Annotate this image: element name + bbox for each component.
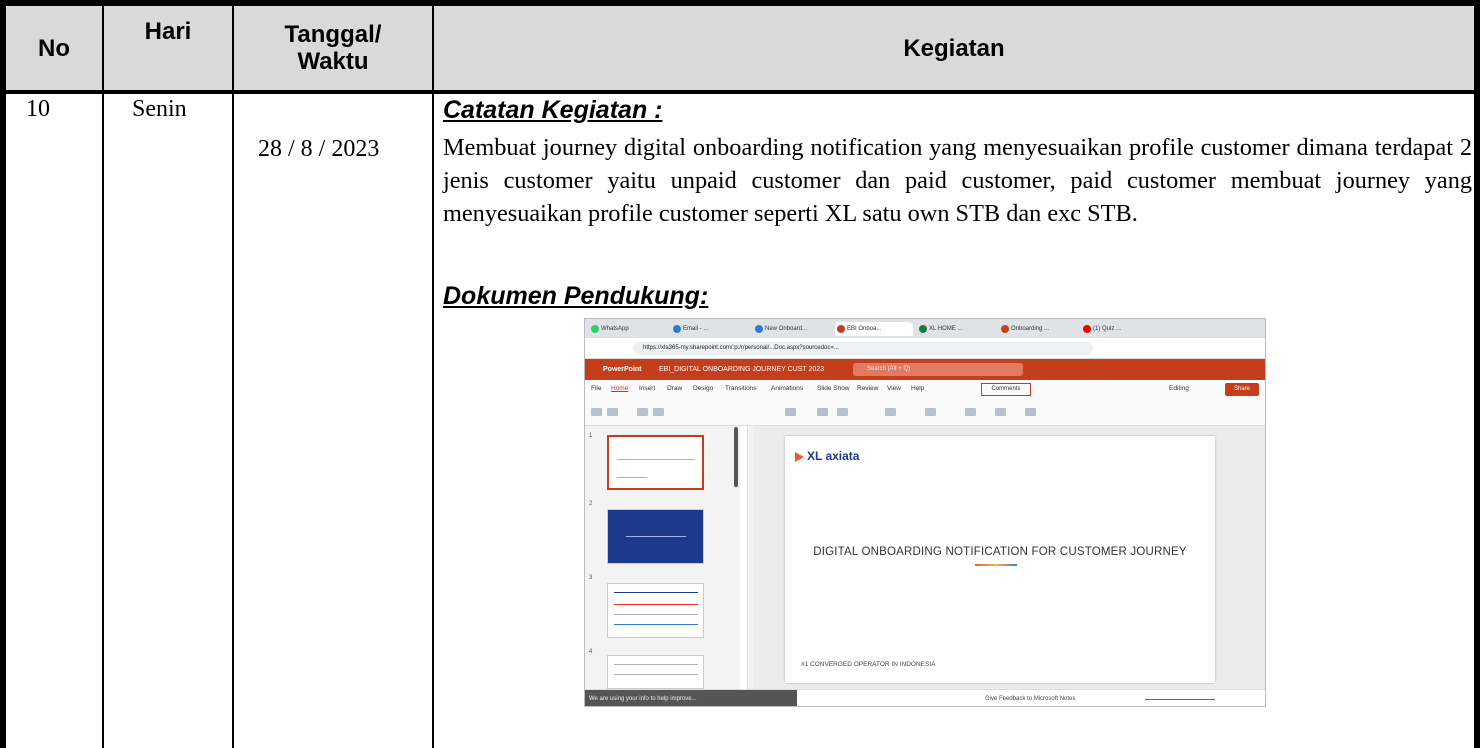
col-divider-1 <box>102 0 104 748</box>
thumb-line <box>614 624 698 625</box>
status-right: Give Feedback to Microsoft Notes <box>985 696 1076 702</box>
catatan-title: Catatan Kegiatan : <box>443 96 663 124</box>
browser-tab: Email - ... <box>671 322 749 336</box>
ribbon: File Home Insert Draw Design Transitions… <box>585 380 1265 426</box>
slide-thumbnail <box>607 435 704 490</box>
designer-icon <box>1025 408 1036 416</box>
powerpoint-icon <box>837 325 845 333</box>
slide-thumbnail-pane: 1 2 3 4 <box>585 427 731 689</box>
share-button: Share <box>1225 383 1259 396</box>
mail-icon <box>673 325 681 333</box>
menu-file: File <box>591 385 602 392</box>
align-icon <box>925 408 936 416</box>
row-no: 10 <box>26 96 50 122</box>
status-bar: We are using your info to help improve..… <box>585 689 1265 706</box>
undo-icon <box>591 408 602 416</box>
slide-thumbnail <box>607 583 704 638</box>
doc-name: EBI_DIGITAL ONBOARDING JOURNEY CUST 2023 <box>659 366 825 373</box>
xl-logo-text: XL axiata <box>807 449 860 463</box>
slide-number: 1 <box>589 433 593 439</box>
slide-number: 2 <box>589 501 593 507</box>
slide-thumbnail <box>607 655 704 689</box>
thumb-line <box>614 592 698 593</box>
menu-help: Help <box>911 385 925 392</box>
menu-animations: Animations <box>771 385 804 392</box>
powerpoint-title-bar: PowerPoint EBI_DIGITAL ONBOARDING JOURNE… <box>585 359 1265 380</box>
current-slide: XL axiata DIGITAL ONBOARDING NOTIFICATIO… <box>785 436 1215 683</box>
thumb-line <box>614 614 698 615</box>
url-field: https://xla365-my.sharepoint.com/:p:/r/p… <box>633 342 1093 355</box>
bold-icon <box>817 408 828 416</box>
browser-tab: XL HOME ... <box>917 322 995 336</box>
youtube-icon <box>1083 325 1091 333</box>
menu-design: Design <box>693 385 714 392</box>
accent-line <box>975 564 1017 566</box>
doc-icon <box>755 325 763 333</box>
zoom-slider <box>1145 699 1215 700</box>
thumb-line <box>617 459 695 460</box>
menu-slideshow: Slide Show <box>817 385 850 392</box>
xl-logo-icon <box>795 452 804 462</box>
header-separator <box>0 90 1480 94</box>
slide-title: DIGITAL ONBOARDING NOTIFICATION FOR CUST… <box>813 546 1187 558</box>
menu-insert: Insert <box>639 385 656 392</box>
menu-draw: Draw <box>667 385 683 392</box>
browser-tab: WhatsApp <box>589 322 667 336</box>
row-hari: Senin <box>132 96 187 122</box>
menu-home: Home <box>611 385 629 392</box>
slide-number: 4 <box>589 649 593 655</box>
slide-number: 3 <box>589 575 593 581</box>
browser-tab: Onboarding ... <box>999 322 1077 336</box>
bullets-icon <box>885 408 896 416</box>
paste-icon <box>607 408 618 416</box>
search-field: Search (Alt + Q) <box>853 363 1023 376</box>
browser-tab: (1) Quiz ... <box>1081 322 1151 336</box>
find-icon <box>995 408 1006 416</box>
header-no: No <box>6 6 102 90</box>
col-divider-3 <box>432 0 434 748</box>
menu-review: Review <box>857 385 879 392</box>
supporting-document-screenshot: WhatsApp Email - ... New Onboard... EBI … <box>584 318 1266 707</box>
thumb-line <box>614 674 698 675</box>
comments-button: Comments <box>981 383 1031 396</box>
browser-tab: New Onboard... <box>753 322 831 336</box>
font-icon <box>785 408 796 416</box>
status-message: We are using your info to help improve..… <box>585 690 797 706</box>
editing-mode: Editing <box>1169 385 1189 392</box>
layout-icon <box>653 408 664 416</box>
browser-tab-bar: WhatsApp Email - ... New Onboard... EBI … <box>585 319 1265 338</box>
thumb-line <box>626 536 686 537</box>
table-border-left <box>0 0 6 748</box>
powerpoint-icon <box>1001 325 1009 333</box>
font-color-icon <box>837 408 848 416</box>
header-hari: Hari <box>104 6 232 90</box>
vertical-ruler <box>740 427 748 689</box>
browser-address-bar: https://xla365-my.sharepoint.com/:p:/r/p… <box>585 338 1265 359</box>
slide-footer: #1 CONVERGED OPERATOR IN INDONESIA <box>801 661 936 668</box>
whatsapp-icon <box>591 325 599 333</box>
catatan-text: Membuat journey digital onboarding notif… <box>443 134 1472 227</box>
thumbnail-scrollbar <box>734 427 738 487</box>
thumb-line <box>614 604 698 605</box>
new-slide-icon <box>637 408 648 416</box>
shapes-icon <box>965 408 976 416</box>
menu-view: View <box>887 385 901 392</box>
dokumen-title: Dokumen Pendukung: <box>443 282 709 310</box>
row-tanggal: 28 / 8 / 2023 <box>258 136 380 162</box>
app-name: PowerPoint <box>603 366 642 373</box>
table-border-right <box>1474 0 1480 748</box>
sheet-icon <box>919 325 927 333</box>
browser-tab-active: EBI Onboa... <box>835 322 913 336</box>
col-divider-2 <box>232 0 234 748</box>
thumb-line <box>617 477 647 478</box>
thumb-line <box>614 664 698 665</box>
header-tanggal: Tanggal/ Waktu <box>234 6 432 90</box>
header-kegiatan: Kegiatan <box>434 6 1474 90</box>
menu-transitions: Transitions <box>725 385 757 392</box>
slide-thumbnail <box>607 509 704 564</box>
